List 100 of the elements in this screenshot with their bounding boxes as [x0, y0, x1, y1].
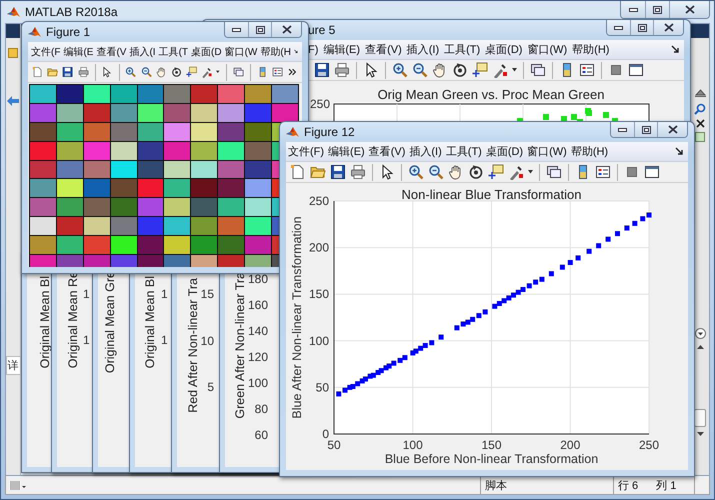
- minimize-button[interactable]: [225, 22, 248, 37]
- caret-icon[interactable]: [512, 68, 517, 72]
- square-icon[interactable]: [608, 62, 624, 78]
- minimize-button[interactable]: [611, 122, 634, 137]
- open-folder-icon[interactable]: [310, 164, 326, 180]
- scroll-down-icon[interactable]: [694, 328, 706, 339]
- y-axis-label: Original Mean Bl: [38, 276, 52, 368]
- zoom-in-icon[interactable]: [408, 164, 424, 180]
- menu-item[interactable]: 文件(F): [288, 144, 324, 159]
- search-icon[interactable]: [694, 103, 706, 115]
- printer-icon[interactable]: [78, 64, 89, 80]
- scroll-up-icon[interactable]: [694, 88, 706, 97]
- legend-icon[interactable]: [579, 62, 595, 78]
- pointer-icon[interactable]: [101, 64, 113, 80]
- menu-item[interactable]: 帮助(H): [572, 42, 610, 57]
- caret-up-icon[interactable]: [696, 345, 704, 349]
- save-icon[interactable]: [314, 62, 330, 78]
- zoom-in-icon[interactable]: [392, 62, 408, 78]
- toolstrip-bar: [6, 24, 20, 38]
- linked-windows-icon[interactable]: [530, 62, 546, 78]
- axis-tick-label: 80: [254, 402, 268, 416]
- menu-item[interactable]: 编辑(E): [323, 42, 360, 57]
- brush-icon[interactable]: [508, 164, 524, 180]
- data-cursor-icon[interactable]: [488, 164, 504, 180]
- image-icon[interactable]: [695, 132, 705, 142]
- save-icon[interactable]: [62, 64, 74, 80]
- save-icon[interactable]: [330, 164, 346, 180]
- rotate-icon[interactable]: [452, 62, 468, 78]
- maximize-button[interactable]: [630, 20, 653, 35]
- menu-item[interactable]: 文件(F: [31, 44, 60, 58]
- menu-item[interactable]: 查看(V): [365, 42, 402, 57]
- dock-arrow-icon[interactable]: [675, 147, 684, 156]
- menu-item[interactable]: F): [308, 44, 318, 56]
- menu-item[interactable]: 编辑(E: [63, 44, 94, 58]
- data-point: [586, 248, 592, 254]
- zoom-out-icon[interactable]: [428, 164, 444, 180]
- minimize-icon: [232, 28, 241, 32]
- printer-icon[interactable]: [334, 62, 350, 78]
- menu-item[interactable]: 编辑(E): [328, 144, 365, 159]
- axis-tick-label: 1: [83, 333, 90, 347]
- brush-icon[interactable]: [492, 62, 508, 78]
- back-arrow-icon[interactable]: [7, 96, 19, 106]
- new-file-icon[interactable]: [290, 164, 306, 180]
- axis-tick-label: 60: [254, 428, 268, 442]
- menu-item[interactable]: 窗口(W: [224, 44, 258, 58]
- axis-tick-label: 250: [638, 438, 660, 452]
- menu-item[interactable]: 桌面(D: [191, 44, 222, 58]
- status-line: 行 6: [618, 478, 638, 492]
- data-point: [438, 334, 444, 340]
- axis-tick-label: 250: [308, 194, 329, 208]
- minimize-button[interactable]: [607, 20, 630, 35]
- zoom-out-icon[interactable]: [412, 62, 428, 78]
- maximize-icon: [642, 126, 650, 134]
- close-button[interactable]: [657, 122, 687, 137]
- data-point: [568, 260, 573, 265]
- legend-icon[interactable]: [595, 164, 611, 180]
- close-button[interactable]: [653, 20, 683, 35]
- data-point: [624, 226, 630, 230]
- menu-item[interactable]: 工具(T): [446, 144, 482, 159]
- menu-item[interactable]: 桌面(D): [486, 144, 524, 159]
- menu-item[interactable]: 工具(T): [444, 42, 480, 57]
- grip-icon[interactable]: [10, 480, 26, 490]
- menu-item[interactable]: 窗口(W): [527, 144, 567, 159]
- close-icon[interactable]: [696, 119, 704, 128]
- menu-item[interactable]: 插入(I: [129, 44, 156, 58]
- new-file-icon[interactable]: [32, 64, 44, 80]
- side-tab[interactable]: 详: [6, 356, 20, 375]
- caret-icon[interactable]: [216, 70, 220, 74]
- menu-item[interactable]: 插入(I): [409, 144, 442, 159]
- maximize-button[interactable]: [248, 22, 271, 37]
- maximize-button[interactable]: [645, 1, 669, 18]
- chart-title: Orig Mean Green vs. Proc Mean Green: [378, 87, 604, 102]
- menu-item[interactable]: 窗口(W): [527, 42, 568, 57]
- menu-item[interactable]: 工具(T: [158, 44, 188, 58]
- dock-arrow-icon[interactable]: [671, 45, 680, 54]
- menu-item[interactable]: 查看(V): [368, 144, 406, 159]
- scrollbar-thumb[interactable]: [694, 409, 706, 427]
- close-button[interactable]: [271, 22, 301, 37]
- rotate-icon[interactable]: [468, 164, 484, 180]
- caret-down-icon[interactable]: [696, 432, 704, 436]
- menu-item[interactable]: 插入(I): [406, 42, 440, 57]
- window-icon[interactable]: [628, 62, 644, 78]
- data-cursor-icon[interactable]: [472, 62, 488, 78]
- data-cursor-icon[interactable]: [186, 64, 198, 80]
- menu-item[interactable]: 查看(V: [96, 44, 126, 58]
- caret-icon[interactable]: [528, 170, 533, 174]
- menu-item[interactable]: 桌面(D): [485, 42, 522, 57]
- square-icon[interactable]: [624, 164, 640, 180]
- linked-windows-icon[interactable]: [546, 164, 562, 180]
- chart-title: Non-linear Blue Transformation: [402, 187, 582, 202]
- dock-arrow-icon[interactable]: [294, 47, 298, 56]
- close-button[interactable]: [669, 1, 709, 18]
- minimize-button[interactable]: [621, 1, 645, 18]
- menu-item[interactable]: 帮助(H): [570, 144, 608, 159]
- maximize-button[interactable]: [634, 122, 657, 137]
- minimize-icon: [618, 128, 627, 132]
- menu-item[interactable]: 帮助(H: [260, 44, 291, 58]
- window-icon[interactable]: [644, 164, 660, 180]
- axis-tick-label: 140: [248, 324, 268, 338]
- printer-icon[interactable]: [350, 164, 366, 180]
